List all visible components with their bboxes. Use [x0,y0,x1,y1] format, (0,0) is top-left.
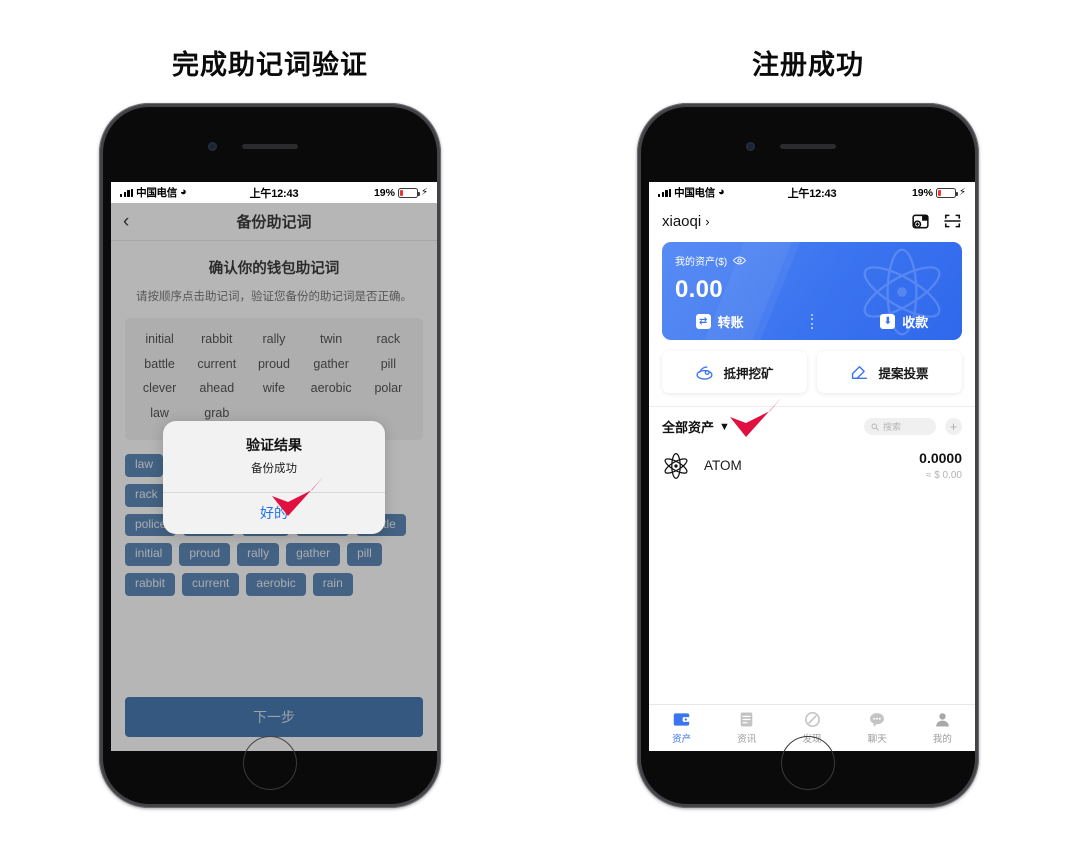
eye-icon[interactable] [733,256,747,265]
add-token-button[interactable]: + [945,418,962,435]
status-right-group: 19% ⚡ [912,187,966,199]
balance-amount: 0.00 [675,276,723,303]
search-icon [871,423,879,431]
table-row[interactable]: ATOM 0.0000 ≈ $ 0.00 [649,436,975,481]
search-input[interactable]: 搜索 [864,418,936,435]
atom-icon [664,452,688,479]
phone-body-right: 中国电信 ◕ 上午12:43 19% ⚡ xiaoqi › 我的资产($) 0.… [641,107,975,804]
asset-list-header: 全部资产 ▼ 搜索 + [649,407,975,436]
asset-values: 0.0000 ≈ $ 0.00 [919,450,962,481]
receive-label: 收款 [902,315,929,330]
battery-icon [397,187,420,198]
balance-label-row: 我的资产($) [675,253,949,268]
front-camera-icon [746,142,755,151]
status-bar-right: 中国电信 ◕ 上午12:43 19% ⚡ [649,182,975,203]
battery-percent-label: 19% [911,186,933,199]
caption-left: 完成助记词验证 [172,50,368,80]
status-bar-left: 中国电信 ◕ 上午12:43 19% ⚡ [111,182,437,203]
action-divider [810,314,813,329]
verify-result-dialog: 验证结果 备份成功 好的 [163,421,385,534]
charging-bolt-icon: ⚡ [958,187,966,198]
phone-mockup-left: 中国电信 ◕ 上午12:43 19% ⚡ ‹ 备份助记词 确认你的钱包助记词 请… [99,103,441,808]
earpiece-speaker [780,144,836,149]
staking-button[interactable]: 抵押挖矿 [662,351,807,393]
tab-profile[interactable]: 我的 [910,705,975,751]
wallet-add-icon[interactable] [911,213,930,230]
news-icon [741,712,753,727]
phone-body-left: 中国电信 ◕ 上午12:43 19% ⚡ ‹ 备份助记词 确认你的钱包助记词 请… [103,107,437,804]
staking-icon [696,365,714,380]
receive-icon: ⬇ [880,314,896,329]
battery-percent-label: 19% [373,186,395,199]
screenshot-canvas: 完成助记词验证 注册成功 中国电信 ◕ 上午12:43 19% ⚡ ‹ 备份助记… [0,0,1080,844]
header-icon-group [911,212,962,230]
quick-action-row: 抵押挖矿 提案投票 [662,351,962,393]
wallet-icon [673,713,691,726]
tab-chat[interactable]: 聊天 [845,705,910,751]
asset-symbol: ATOM [704,458,742,473]
dialog-message: 备份成功 [251,463,297,475]
left-app-body: ‹ 备份助记词 确认你的钱包助记词 请按顺序点击助记词，验证您备份的助记词是否正… [111,203,437,751]
account-name-label[interactable]: xiaoqi [662,213,701,230]
transfer-icon: ⇄ [695,314,711,329]
battery-icon [935,187,958,198]
earpiece-speaker [242,144,298,149]
dialog-confirm-button[interactable]: 好的 [163,492,385,534]
tab-news-label: 资讯 [737,734,757,745]
charging-bolt-icon: ⚡ [420,187,428,198]
tab-chat-label: 聊天 [867,734,887,745]
caption-right: 注册成功 [752,50,864,80]
vote-button[interactable]: 提案投票 [817,351,962,393]
card-action-row: ⇄ 转账 ⬇ 收款 [662,312,962,331]
status-right-group: 19% ⚡ [374,187,428,199]
vote-icon [852,365,868,379]
transfer-button[interactable]: ⇄ 转账 [695,312,744,331]
tab-assets[interactable]: 资产 [649,705,714,751]
wallet-app-body: xiaoqi › 我的资产($) 0.00 ⇄ 转账 ⬇ 收款 抵押挖矿 提案投… [649,203,975,751]
balance-label: 我的资产($) [675,257,728,268]
front-camera-icon [208,142,217,151]
chevron-down-icon[interactable]: ▼ [719,421,730,433]
dialog-title: 验证结果 [246,437,302,453]
compass-icon [804,712,820,727]
chat-icon [870,713,885,727]
staking-label: 抵押挖矿 [723,366,774,381]
tab-profile-label: 我的 [932,734,952,745]
tab-news[interactable]: 资讯 [714,705,779,751]
screen-left: 中国电信 ◕ 上午12:43 19% ⚡ ‹ 备份助记词 确认你的钱包助记词 请… [111,182,437,751]
tab-assets-label: 资产 [672,734,692,745]
asset-filter-label[interactable]: 全部资产 [662,417,714,436]
wallet-header: xiaoqi › [649,203,975,239]
search-placeholder: 搜索 [883,422,902,432]
asset-fiat-value: ≈ $ 0.00 [925,470,962,481]
person-icon [936,713,949,727]
chevron-right-icon[interactable]: › [705,214,709,229]
screen-right: 中国电信 ◕ 上午12:43 19% ⚡ xiaoqi › 我的资产($) 0.… [649,182,975,751]
transfer-label: 转账 [717,315,744,330]
home-button[interactable] [781,736,835,790]
receive-button[interactable]: ⬇ 收款 [880,312,928,331]
phone-mockup-right: 中国电信 ◕ 上午12:43 19% ⚡ xiaoqi › 我的资产($) 0.… [637,103,979,808]
asset-amount: 0.0000 [919,450,962,466]
scan-qr-icon[interactable] [943,212,962,230]
balance-card: 我的资产($) 0.00 ⇄ 转账 ⬇ 收款 [662,242,962,340]
vote-label: 提案投票 [878,366,929,381]
